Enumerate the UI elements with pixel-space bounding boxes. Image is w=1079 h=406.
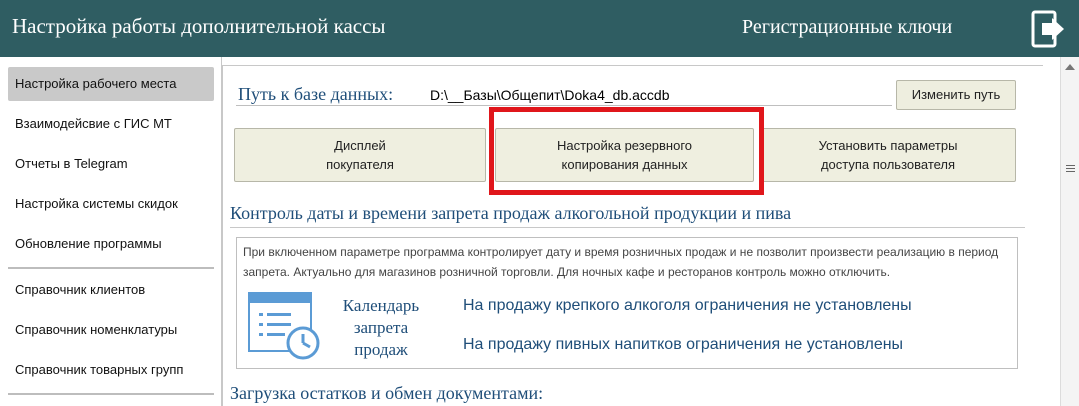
scroll-thumb-grip-icon[interactable] [1066,165,1075,173]
calendar-label[interactable]: Календарь запрета продаж [331,295,431,361]
sidebar-item-clients[interactable]: Справочник клиентов [8,273,214,307]
main-content: Путь к базе данных: D:\__Базы\Общепит\Do… [222,57,1060,406]
sidebar-item-product-groups[interactable]: Справочник товарных групп [8,353,214,387]
change-path-button[interactable]: Изменить путь [896,80,1016,110]
alcohol-section-title: Контроль даты и времени запрета продаж а… [230,203,792,223]
strong-alcohol-status: На продажу крепкого алкоголя ограничения… [463,297,912,314]
section-divider [230,227,1025,228]
calendar-clock-icon[interactable] [247,291,323,361]
sidebar-item-nomenclature[interactable]: Справочник номенклатуры [8,313,214,347]
sidebar-item-program-update[interactable]: Обновление программы [8,227,214,261]
app-title: Настройка работы дополнительной кассы [12,14,386,38]
sidebar-divider [8,393,214,395]
alcohol-control-description: При включенном параметре программа контр… [243,245,999,279]
sidebar: Настройка рабочего места Взаимодейсвие с… [0,57,222,406]
alcohol-control-box: При включенном параметре программа контр… [236,237,1018,369]
vertical-scrollbar[interactable] [1060,57,1079,406]
calendar-label-line3: продаж [354,340,408,359]
user-access-button-line1: Установить параметры [818,138,958,153]
calendar-label-line1: Календарь [342,296,420,315]
db-path-underline [236,105,892,106]
beer-status: На продажу пивных напитков ограничения н… [463,336,904,353]
sidebar-item-gis-mt[interactable]: Взаимодейсвие с ГИС МТ [8,107,214,141]
stock-section-title: Загрузка остатков и обмен документами: [230,383,544,403]
sidebar-item-discount-system[interactable]: Настройка системы скидок [8,187,214,221]
customer-display-button-line2: покупателя [326,157,394,172]
sidebar-item-telegram-reports[interactable]: Отчеты в Telegram [8,147,214,181]
user-access-button[interactable]: Установить параметры доступа пользовател… [760,128,1016,182]
sidebar-item-workplace-settings[interactable]: Настройка рабочего места [8,67,214,101]
registration-keys-link[interactable]: Регистрационные ключи [742,16,952,39]
user-access-button-line2: доступа пользователя [820,157,956,172]
sidebar-divider [8,267,214,269]
customer-display-button[interactable]: Дисплей покупателя [234,128,486,182]
calendar-label-line2: запрета [353,318,409,337]
highlight-frame [489,107,764,195]
db-path-label: Путь к базе данных: [238,84,394,104]
customer-display-button-line1: Дисплей [334,138,386,153]
app-header: Настройка работы дополнительной кассы Ре… [0,0,1079,57]
db-path-value: D:\__Базы\Общепит\Doka4_db.accdb [430,87,670,103]
scroll-up-arrow-icon[interactable] [1065,64,1075,70]
exit-icon[interactable] [1030,10,1066,48]
